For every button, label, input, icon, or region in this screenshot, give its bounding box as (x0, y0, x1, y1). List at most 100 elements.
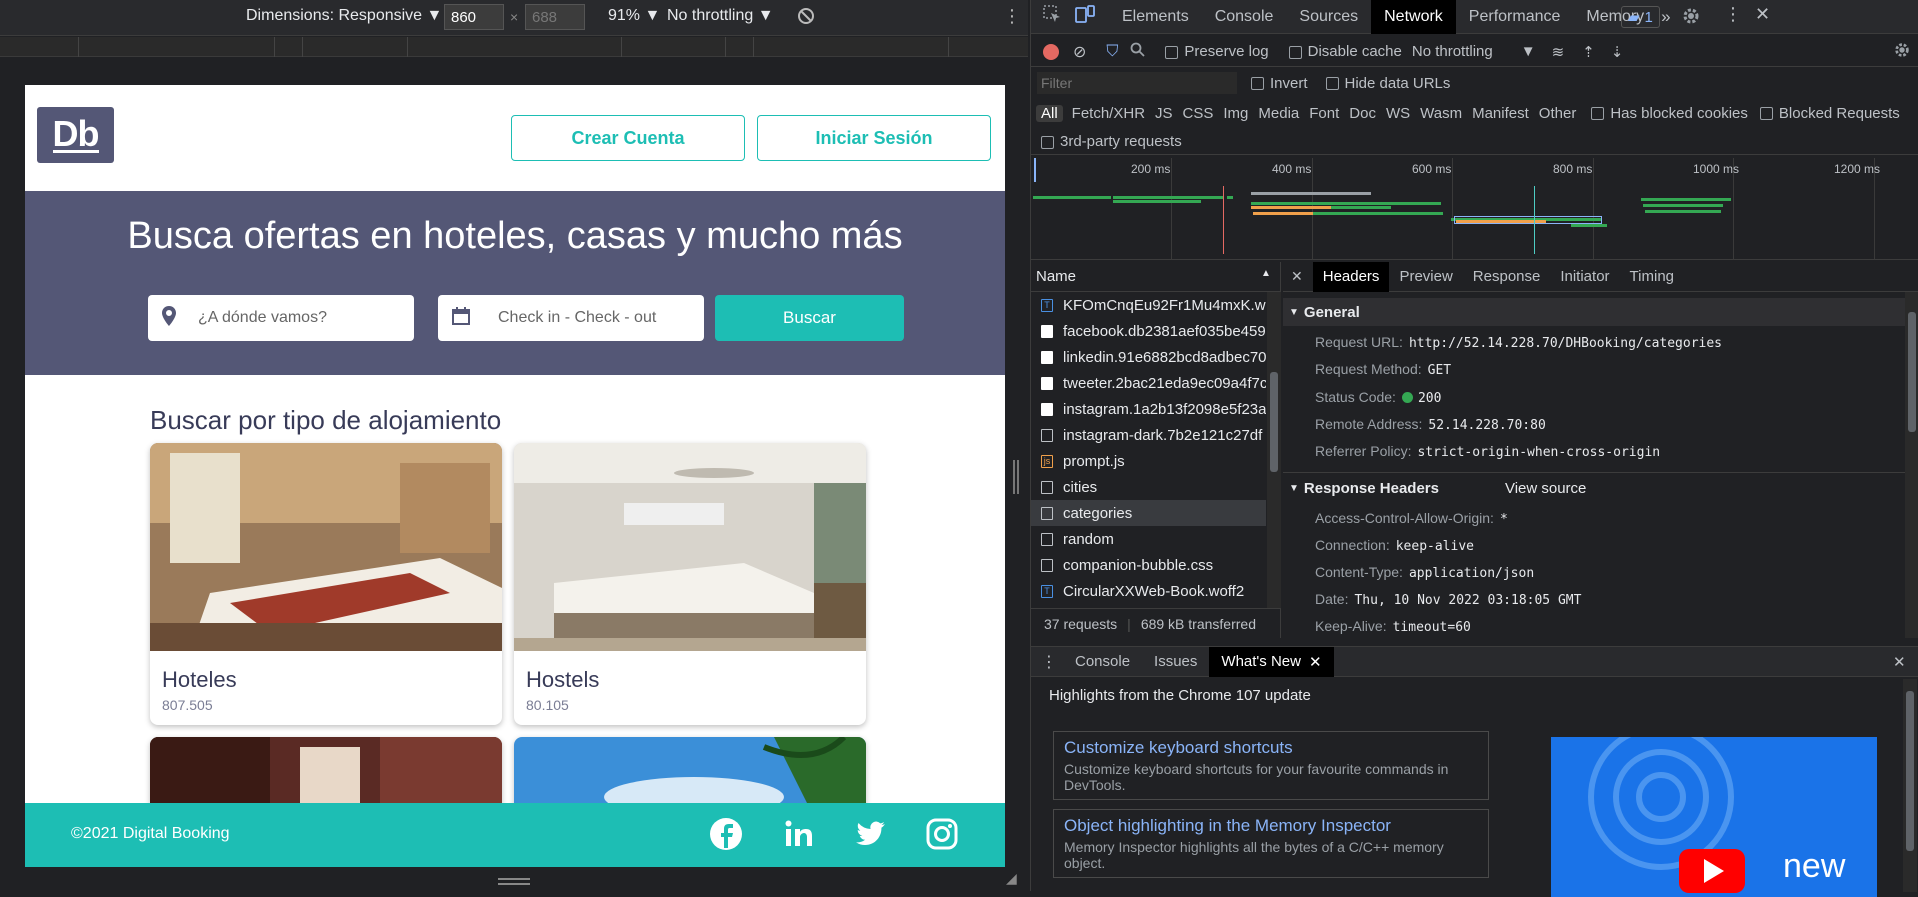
details-scrollbar[interactable] (1905, 292, 1918, 638)
linkedin-icon[interactable] (780, 815, 818, 853)
invert-checkbox[interactable]: Invert (1251, 75, 1308, 92)
filter-all[interactable]: All (1036, 104, 1063, 122)
request-row[interactable]: linkedin.91e6882bcd8adbec70 (1031, 344, 1266, 370)
request-row[interactable]: instagram.1a2b13f2098e5f23a (1031, 396, 1266, 422)
tab-response[interactable]: Response (1463, 262, 1551, 292)
filter-media[interactable]: Media (1253, 105, 1304, 122)
has-blocked-cookies-checkbox[interactable]: Has blocked cookies (1591, 105, 1748, 122)
corner-resize-icon[interactable]: ◢ (1006, 870, 1017, 887)
whats-new-video-thumbnail[interactable]: new (1551, 737, 1877, 897)
dimensions-dropdown[interactable]: Dimensions: Responsive ▼ (246, 7, 442, 25)
filter-font[interactable]: Font (1304, 105, 1344, 122)
preserve-log-checkbox[interactable]: Preserve log (1165, 43, 1269, 60)
inspect-element-icon[interactable] (1043, 5, 1061, 28)
media-query-bar[interactable] (0, 37, 1028, 57)
facebook-icon[interactable] (707, 815, 745, 853)
blocked-requests-checkbox[interactable]: Blocked Requests (1759, 105, 1900, 122)
filter-icon[interactable]: ⛉ (1106, 43, 1118, 61)
network-conditions-icon[interactable]: ≋ (1552, 43, 1565, 61)
whats-new-item[interactable]: Object highlighting in the Memory Inspec… (1053, 809, 1489, 878)
drawer-menu-icon[interactable]: ⋮ (1041, 652, 1057, 672)
request-row[interactable]: TKFOmCnqEu92Fr1Mu4mxK.woff2 (1031, 292, 1266, 318)
request-row[interactable]: random (1031, 526, 1266, 552)
tab-initiator[interactable]: Initiator (1550, 262, 1619, 292)
drawer-tab-issues[interactable]: Issues (1142, 647, 1209, 677)
settings-icon[interactable] (1681, 6, 1701, 31)
tab-sources[interactable]: Sources (1286, 0, 1371, 34)
site-logo[interactable]: Db (37, 107, 114, 163)
request-row[interactable]: T CircularXXWeb-Book.woff2 (1031, 578, 1266, 604)
tab-network[interactable]: Network (1371, 0, 1456, 34)
clear-icon[interactable]: ⊘ (1073, 42, 1086, 62)
rotate-icon[interactable] (796, 6, 816, 31)
export-har-icon[interactable]: ⇣ (1611, 43, 1624, 61)
response-headers-section-header[interactable]: ▼ Response Headers View source (1283, 474, 1918, 502)
tab-elements[interactable]: Elements (1109, 0, 1202, 34)
close-tab-icon[interactable]: ✕ (1309, 653, 1322, 671)
general-section-header[interactable]: ▼ General (1283, 298, 1918, 326)
filter-doc[interactable]: Doc (1344, 105, 1381, 122)
zoom-dropdown[interactable]: 91% ▼ (608, 7, 660, 25)
request-row[interactable]: companion-bubble.css (1031, 552, 1266, 578)
filter-ws[interactable]: WS (1381, 105, 1415, 122)
device-toggle-icon[interactable] (1075, 5, 1095, 28)
filter-other[interactable]: Other (1534, 105, 1582, 122)
drawer-tab-whats-new[interactable]: What's New ✕ (1209, 646, 1334, 677)
request-list-scrollbar[interactable] (1267, 292, 1281, 608)
filter-css[interactable]: CSS (1178, 105, 1219, 122)
bottom-resize-handle[interactable] (498, 878, 530, 885)
twitter-icon[interactable] (851, 815, 889, 853)
category-card-hotels[interactable]: Hoteles 807.505 (150, 443, 502, 725)
category-card-hostels[interactable]: Hostels 80.105 (514, 443, 866, 725)
issues-badge[interactable]: ▰ 1 (1621, 6, 1660, 28)
tab-headers[interactable]: Headers (1312, 261, 1390, 292)
more-tabs-icon[interactable]: » (1661, 7, 1670, 27)
disable-cache-checkbox[interactable]: Disable cache (1288, 43, 1402, 60)
drawer-scrollbar[interactable] (1903, 679, 1917, 892)
request-row-selected[interactable]: categories (1031, 500, 1266, 526)
tab-console[interactable]: Console (1202, 0, 1287, 34)
name-column-header[interactable]: Name ▲ (1031, 262, 1281, 292)
throttling-dropdown[interactable]: No throttling ▼ (667, 7, 774, 25)
create-account-button[interactable]: Crear Cuenta (511, 115, 745, 161)
search-button[interactable]: Buscar (715, 295, 904, 341)
filter-fetch-xhr[interactable]: Fetch/XHR (1067, 105, 1150, 122)
dates-input[interactable]: Check in - Check - out (438, 295, 704, 341)
close-drawer-icon[interactable]: ✕ (1893, 653, 1906, 671)
tab-timing[interactable]: Timing (1620, 262, 1684, 292)
search-icon[interactable] (1130, 42, 1146, 61)
close-devtools-icon[interactable]: ✕ (1755, 4, 1770, 25)
width-input[interactable]: 860 (444, 4, 504, 30)
close-details-icon[interactable]: ✕ (1291, 268, 1303, 285)
height-input[interactable]: 688 (525, 4, 585, 30)
whats-new-item-title[interactable]: Object highlighting in the Memory Inspec… (1064, 816, 1478, 836)
third-party-checkbox[interactable]: 3rd-party requests (1041, 133, 1182, 150)
login-button[interactable]: Iniciar Sesión (757, 115, 991, 161)
request-row[interactable]: js prompt.js (1031, 448, 1266, 474)
filter-wasm[interactable]: Wasm (1415, 105, 1467, 122)
whats-new-item[interactable]: Customize keyboard shortcuts Customize k… (1053, 731, 1489, 800)
more-options-icon[interactable]: ⋮ (1003, 6, 1021, 27)
request-row[interactable]: cities (1031, 474, 1266, 500)
more-menu-icon[interactable]: ⋮ (1724, 4, 1742, 25)
viewport-resize-handle[interactable] (1013, 460, 1019, 494)
tab-preview[interactable]: Preview (1389, 262, 1462, 292)
network-settings-icon[interactable] (1893, 41, 1911, 63)
request-row[interactable]: instagram-dark.7b2e121c27df (1031, 422, 1266, 448)
hide-data-urls-checkbox[interactable]: Hide data URLs (1325, 75, 1450, 92)
request-row[interactable]: facebook.db2381aef035be459 (1031, 318, 1266, 344)
throttling-select[interactable]: No throttling ▼ (1412, 43, 1536, 60)
filter-manifest[interactable]: Manifest (1467, 105, 1534, 122)
destination-input[interactable]: ¿A dónde vamos? (148, 295, 414, 341)
tab-performance[interactable]: Performance (1456, 0, 1574, 34)
view-source-link[interactable]: View source (1505, 480, 1586, 497)
filter-js[interactable]: JS (1150, 105, 1178, 122)
record-icon[interactable] (1043, 43, 1059, 60)
request-row[interactable]: tweeter.2bac21eda9ec09a4f7c (1031, 370, 1266, 396)
instagram-icon[interactable] (923, 815, 961, 853)
whats-new-item-title[interactable]: Customize keyboard shortcuts (1064, 738, 1478, 758)
import-har-icon[interactable]: ⇡ (1582, 43, 1595, 61)
drawer-tab-console[interactable]: Console (1063, 647, 1142, 677)
filter-img[interactable]: Img (1218, 105, 1253, 122)
filter-input[interactable]: Filter (1037, 72, 1237, 94)
